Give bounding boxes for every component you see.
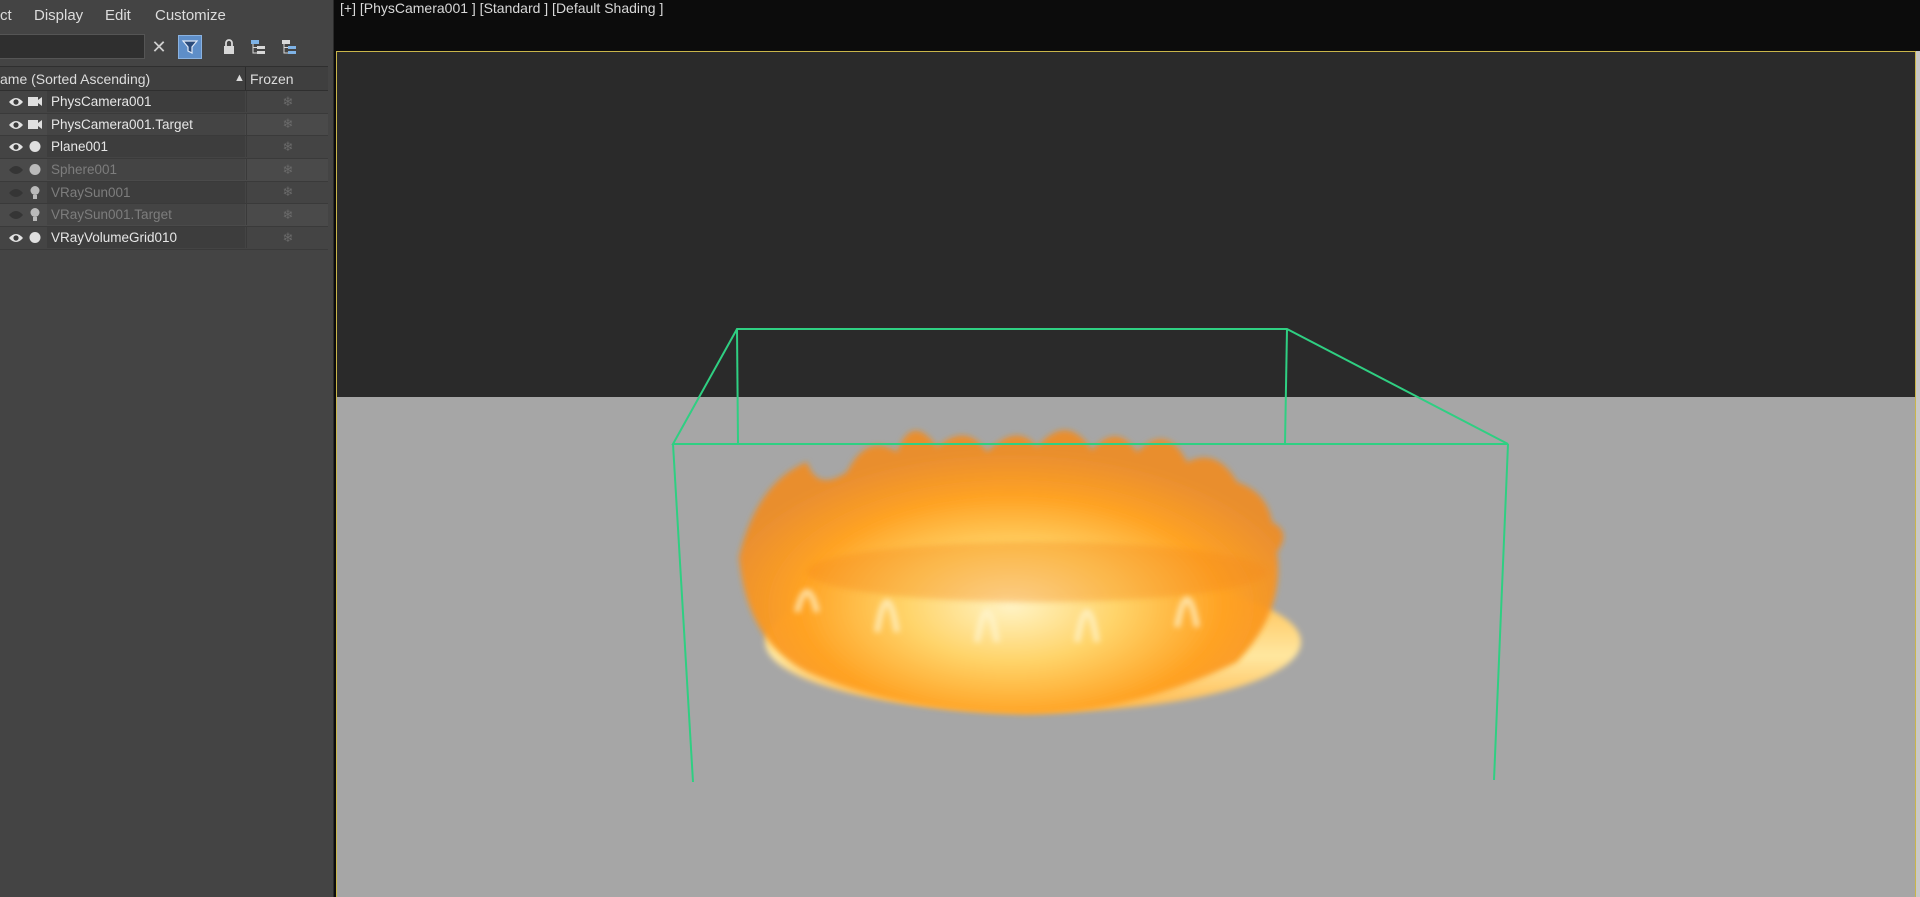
object-name-cell[interactable]: PhysCamera001: [47, 91, 245, 112]
frozen-toggle-icon[interactable]: ❄: [246, 204, 329, 226]
viewport-label[interactable]: [+] [PhysCamera001 ] [Standard ] [Defaul…: [340, 0, 663, 16]
frozen-toggle-icon[interactable]: ❄: [246, 91, 329, 112]
camera-icon: [27, 117, 43, 132]
visibility-eye-icon[interactable]: [8, 163, 24, 175]
visibility-eye-icon[interactable]: [8, 186, 24, 198]
object-name-cell[interactable]: Plane001: [47, 136, 245, 158]
column-divider[interactable]: [245, 67, 246, 90]
geometry-icon: [27, 139, 43, 154]
menu-select[interactable]: ct: [0, 7, 12, 24]
frozen-column-header[interactable]: Frozen: [250, 71, 294, 87]
object-name-cell[interactable]: Sphere001: [47, 159, 245, 181]
menu-display[interactable]: Display: [34, 7, 83, 24]
geometry-icon: [27, 230, 43, 245]
menu-edit[interactable]: Edit: [105, 7, 131, 24]
hierarchy-alt-icon[interactable]: [277, 35, 301, 59]
object-name-cell[interactable]: VRayVolumeGrid010: [47, 227, 245, 249]
visibility-eye-icon[interactable]: [8, 95, 24, 107]
frozen-toggle-icon[interactable]: ❄: [246, 136, 329, 158]
search-input[interactable]: [0, 34, 145, 59]
visibility-eye-icon[interactable]: [8, 140, 24, 152]
visibility-eye-icon[interactable]: [8, 118, 24, 130]
light-icon: [27, 207, 43, 222]
menu-bar: ct Display Edit Customize: [0, 0, 333, 30]
geometry-icon: [27, 162, 43, 177]
hierarchy-icon[interactable]: [246, 35, 270, 59]
lock-icon[interactable]: [217, 35, 241, 59]
object-name: VRayVolumeGrid010: [51, 230, 178, 246]
sort-ascending-icon: ▲: [234, 72, 245, 84]
object-row[interactable]: VRayVolumeGrid010 ❄: [0, 227, 328, 250]
scene-explorer-panel: ct Display Edit Customize ✕ ame (Sorted …: [0, 0, 334, 897]
viewport-edge: [1916, 51, 1920, 897]
object-row[interactable]: Sphere001 ❄: [0, 159, 328, 182]
fire-volume[interactable]: [739, 430, 1301, 714]
frozen-toggle-icon[interactable]: ❄: [246, 159, 329, 181]
object-list: PhysCamera001 ❄ PhysCamera001.Target ❄ Plane…: [0, 91, 328, 250]
scene-render: [671, 328, 1509, 783]
object-name: VRaySun001: [51, 184, 131, 200]
object-name: PhysCamera001.Target: [51, 116, 193, 132]
frozen-toggle-icon[interactable]: ❄: [246, 113, 329, 135]
light-icon: [27, 185, 43, 200]
camera-icon: [27, 94, 43, 109]
object-row[interactable]: Plane001 ❄: [0, 136, 329, 160]
object-name: VRaySun001.Target: [51, 207, 172, 223]
frozen-toggle-icon[interactable]: ❄: [246, 181, 329, 203]
object-row[interactable]: PhysCamera001.Target ❄: [0, 113, 329, 137]
object-name: Plane001: [51, 139, 109, 155]
object-name-cell[interactable]: VRaySun001.Target: [47, 204, 245, 226]
object-name-cell[interactable]: VRaySun001: [47, 181, 245, 203]
object-name: Sphere001: [51, 162, 118, 178]
object-row[interactable]: PhysCamera001 ❄: [0, 91, 328, 114]
visibility-eye-icon[interactable]: [8, 231, 24, 243]
name-column-header[interactable]: ame (Sorted Ascending): [0, 71, 150, 87]
menu-customize[interactable]: Customize: [155, 7, 226, 24]
object-name: PhysCamera001: [51, 94, 152, 109]
column-header: ame (Sorted Ascending) ▲ Frozen: [0, 66, 328, 91]
frozen-toggle-icon[interactable]: ❄: [246, 227, 329, 249]
object-row[interactable]: VRaySun001 ❄: [0, 181, 329, 205]
viewport[interactable]: [+] [PhysCamera001 ] [Standard ] [Defaul…: [334, 0, 1920, 897]
object-name-cell[interactable]: PhysCamera001.Target: [47, 113, 245, 135]
visibility-eye-icon[interactable]: [8, 208, 24, 220]
object-row[interactable]: VRaySun001.Target ❄: [0, 204, 329, 228]
clear-search-icon[interactable]: ✕: [147, 35, 171, 59]
filter-icon[interactable]: [178, 35, 202, 59]
viewport-frame[interactable]: [336, 51, 1916, 897]
